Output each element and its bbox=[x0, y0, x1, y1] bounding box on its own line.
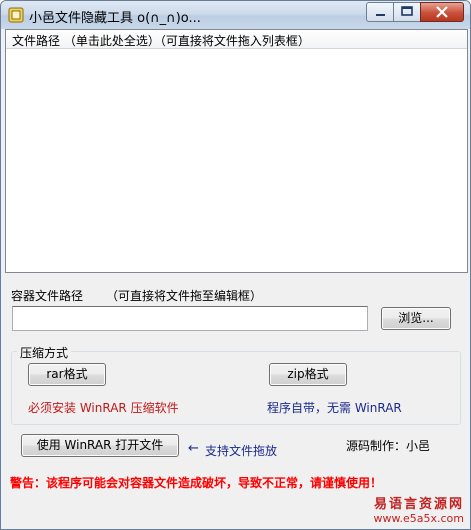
author-credit: 源码制作：小邑 bbox=[346, 439, 431, 453]
rar-requirement-note: 必须安装 WinRAR 压缩软件 bbox=[28, 401, 179, 415]
container-path-hint: （可直接将文件拖至编辑框） bbox=[106, 289, 263, 303]
container-path-input[interactable] bbox=[12, 306, 368, 331]
zip-format-button[interactable]: zip格式 bbox=[269, 363, 347, 386]
left-arrow-icon: ← bbox=[188, 441, 199, 456]
compression-group-title: 压缩方式 bbox=[17, 344, 72, 361]
column-header-label: 文件路径 （单击此处全选）（可直接将文件拖入列表框） bbox=[12, 34, 310, 48]
window-title: 小邑文件隐藏工具 o(∩_∩)o... bbox=[29, 11, 201, 26]
drag-drop-hint: 支持文件拖放 bbox=[205, 444, 278, 458]
title-bar[interactable]: 小邑文件隐藏工具 o(∩_∩)o... bbox=[1, 1, 470, 29]
container-path-label: 容器文件路径 bbox=[11, 289, 84, 303]
site-watermark: 易语言资源网 www.e5a5x.com bbox=[346, 493, 464, 525]
rar-format-button[interactable]: rar格式 bbox=[28, 363, 106, 386]
zip-builtin-note: 程序自带，无需 WinRAR bbox=[267, 401, 402, 415]
file-list-column-header[interactable]: 文件路径 （单击此处全选）（可直接将文件拖入列表框） bbox=[6, 30, 467, 49]
file-list[interactable]: 文件路径 （单击此处全选）（可直接将文件拖入列表框） bbox=[5, 29, 468, 273]
client-area: 文件路径 （单击此处全选）（可直接将文件拖入列表框） 容器文件路径 （可直接将文… bbox=[4, 29, 468, 527]
app-window: 小邑文件隐藏工具 o(∩_∩)o... 文件路径 （单击此处全选）（可直接将文件… bbox=[0, 0, 471, 530]
open-with-winrar-button[interactable]: 使用 WinRAR 打开文件 bbox=[21, 434, 179, 457]
close-icon[interactable] bbox=[420, 2, 464, 22]
browse-button[interactable]: 浏览... bbox=[381, 307, 451, 330]
minimize-icon[interactable] bbox=[366, 2, 393, 22]
warning-text: 警告：该程序可能会对容器文件造成破坏，导致不正常，请谨慎使用！ bbox=[10, 476, 383, 490]
app-icon bbox=[8, 7, 24, 23]
watermark-site-name: 易语言资源网 bbox=[373, 497, 464, 512]
window-controls bbox=[366, 2, 464, 22]
maximize-icon[interactable] bbox=[393, 2, 420, 22]
watermark-url: www.e5a5x.com bbox=[373, 512, 464, 525]
